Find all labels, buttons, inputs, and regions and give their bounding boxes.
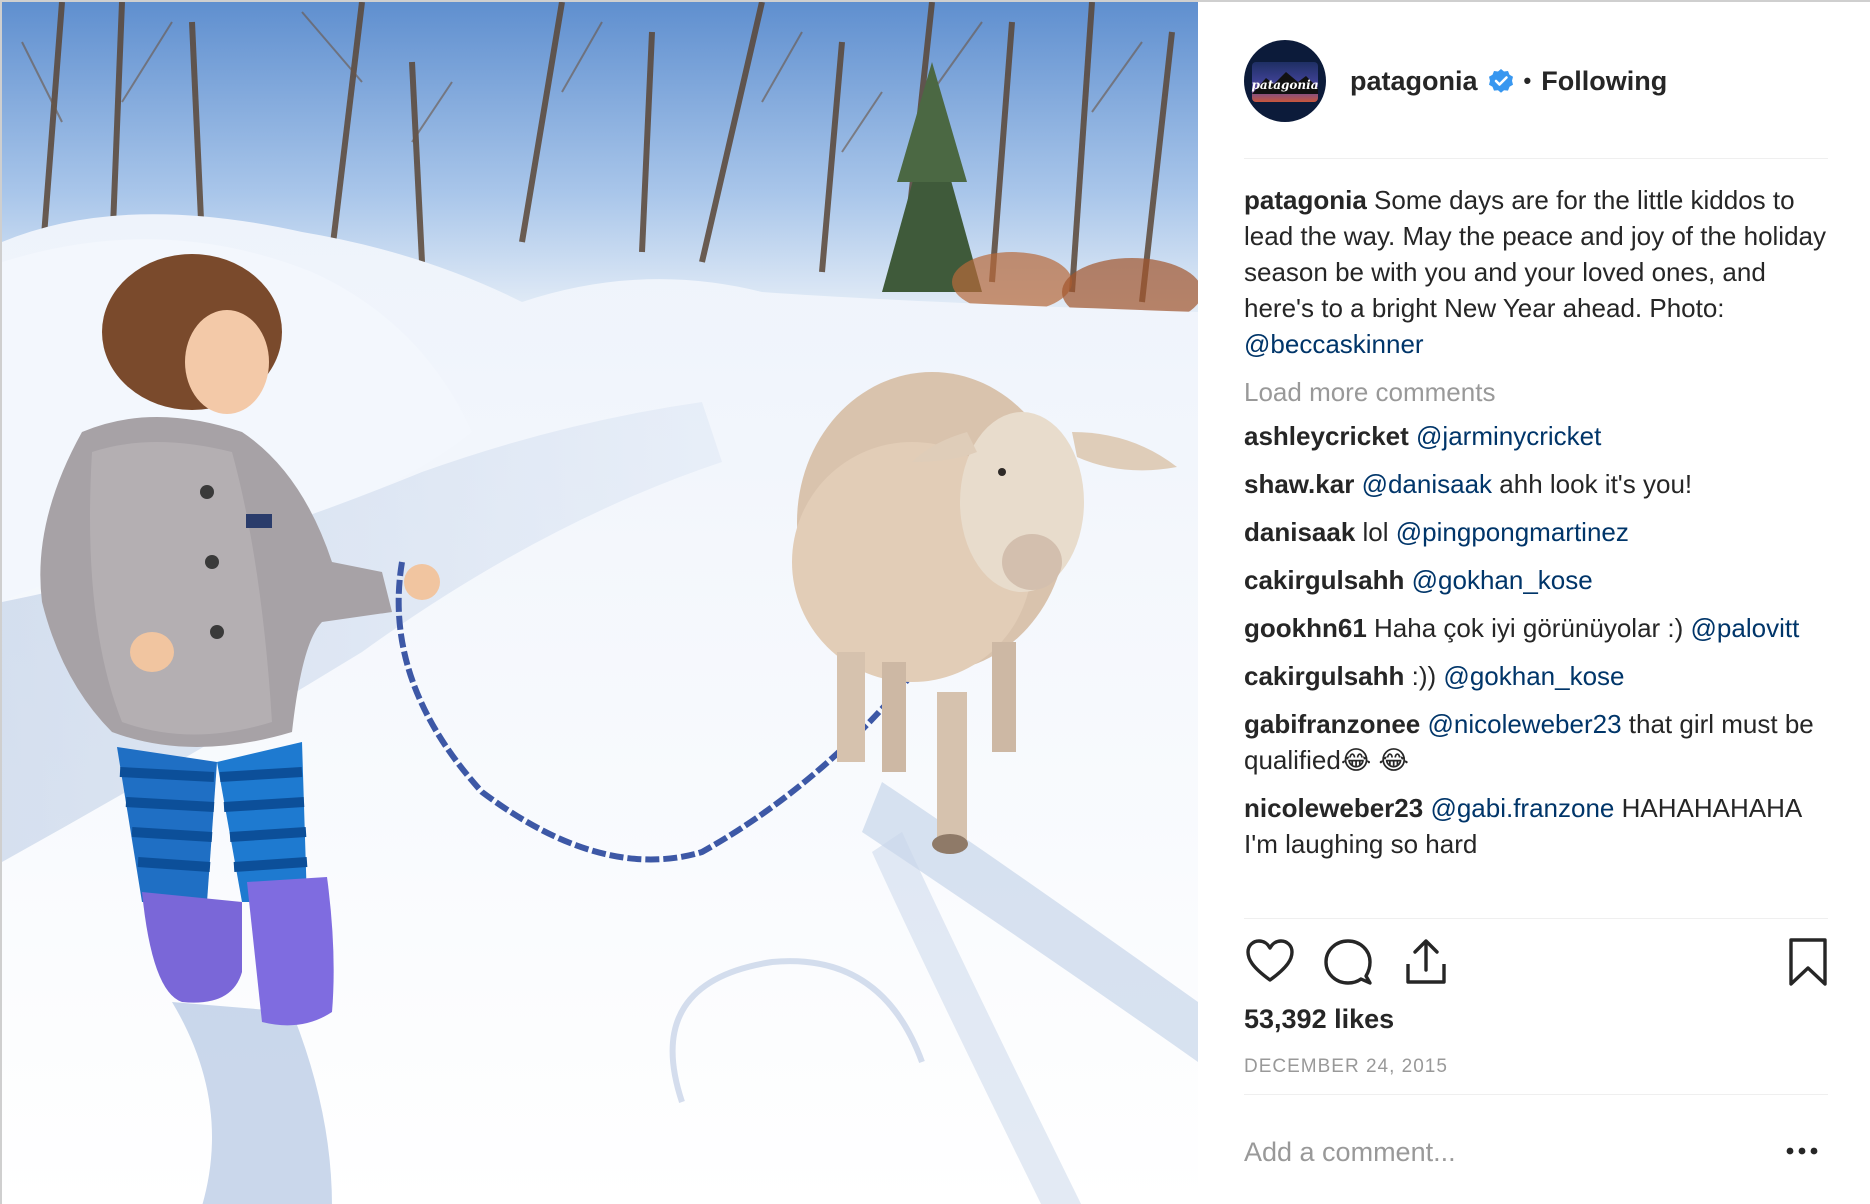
comment-text: Haha çok iyi görünüyolar :): [1374, 613, 1684, 643]
comment-mention[interactable]: @danisaak: [1362, 469, 1492, 499]
comment-item: cakirgulsahh :)) @gokhan_kose: [1244, 658, 1828, 694]
comment-username[interactable]: gabifranzonee: [1244, 709, 1420, 739]
comment-mention[interactable]: @palovitt: [1691, 613, 1800, 643]
comments-divider: [1244, 918, 1828, 919]
comment-mention[interactable]: @nicoleweber23: [1427, 709, 1621, 739]
share-upload-icon[interactable]: [1400, 936, 1452, 988]
comment-text: ahh look it's you!: [1499, 469, 1693, 499]
footer-divider: [1244, 1094, 1828, 1095]
caption-username[interactable]: patagonia: [1244, 185, 1367, 215]
comment-username[interactable]: ashleycricket: [1244, 421, 1409, 451]
post-actions-bar: [1244, 936, 1828, 992]
comment-mention[interactable]: @pingpongmartinez: [1396, 517, 1629, 547]
comment-bubble-icon[interactable]: [1322, 936, 1374, 988]
post-side-panel: patagonia patagonia • Following patagoni…: [1198, 2, 1870, 1204]
comment-item: nicoleweber23 @gabi.franzone HAHAHAHAHA …: [1244, 790, 1828, 862]
add-comment-input[interactable]: [1244, 1132, 1764, 1172]
avatar-logo-text: patagonia: [1251, 78, 1319, 92]
comment-username[interactable]: cakirgulsahh: [1244, 661, 1404, 691]
ellipsis-icon[interactable]: [1784, 1136, 1820, 1166]
following-button[interactable]: Following: [1541, 66, 1667, 97]
post-caption: patagonia Some days are for the little k…: [1244, 182, 1828, 362]
comment-username[interactable]: gookhn61: [1244, 613, 1367, 643]
post-date[interactable]: DECEMBER 24, 2015: [1244, 1056, 1448, 1078]
comment-item: gabifranzonee @nicoleweber23 that girl m…: [1244, 706, 1828, 778]
comment-username[interactable]: danisaak: [1244, 517, 1355, 547]
avatar[interactable]: patagonia: [1244, 40, 1326, 122]
bookmark-icon[interactable]: [1782, 936, 1834, 988]
comment-item: cakirgulsahh @gokhan_kose: [1244, 562, 1828, 598]
comment-username[interactable]: cakirgulsahh: [1244, 565, 1404, 595]
comment-item: danisaak lol @pingpongmartinez: [1244, 514, 1828, 550]
comment-username[interactable]: nicoleweber23: [1244, 793, 1423, 823]
comment-item: ashleycricket @jarminycricket: [1244, 418, 1828, 454]
comment-username[interactable]: shaw.kar: [1244, 469, 1354, 499]
comment-item: gookhn61 Haha çok iyi görünüyolar :) @pa…: [1244, 610, 1828, 646]
comment-text: lol: [1362, 517, 1389, 547]
heart-icon[interactable]: [1244, 936, 1296, 988]
comment-mention[interactable]: @jarminycricket: [1416, 421, 1601, 451]
post-username[interactable]: patagonia: [1350, 66, 1478, 97]
comments-list: patagonia Some days are for the little k…: [1244, 182, 1828, 874]
comment-mention[interactable]: @gabi.franzone: [1430, 793, 1614, 823]
comment-item: shaw.kar @danisaak ahh look it's you!: [1244, 466, 1828, 502]
comment-mention[interactable]: @gokhan_kose: [1443, 661, 1624, 691]
instagram-post-window: patagonia patagonia • Following patagoni…: [0, 0, 1870, 1204]
caption-mention[interactable]: @beccaskinner: [1244, 329, 1424, 359]
load-more-comments-link[interactable]: Load more comments: [1244, 374, 1828, 410]
comment-mention[interactable]: @gokhan_kose: [1412, 565, 1593, 595]
post-photo[interactable]: [2, 2, 1198, 1204]
comment-text: :)): [1411, 661, 1437, 691]
header-divider: [1244, 158, 1828, 159]
verified-badge-icon: [1488, 69, 1513, 93]
likes-count[interactable]: 53,392 likes: [1244, 1004, 1394, 1035]
post-photo-illustration: [2, 2, 1198, 1204]
post-header: patagonia patagonia • Following: [1244, 38, 1824, 124]
separator-dot: •: [1523, 68, 1532, 93]
